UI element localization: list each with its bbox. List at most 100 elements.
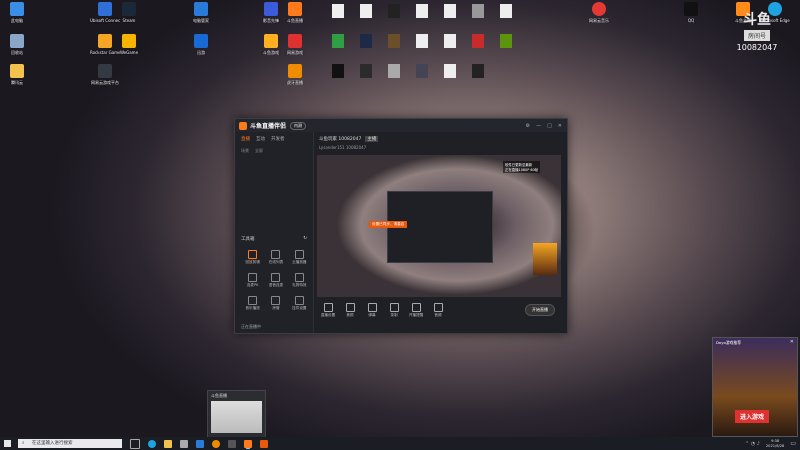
file-icon[interactable] bbox=[332, 4, 344, 18]
tool-grid: 回放剪辑 在线列表 云播放器 连麦PK 语音连麦 礼物特效 音乐播放 房管 挂件… bbox=[241, 250, 311, 311]
minimize-icon[interactable]: — bbox=[536, 123, 541, 129]
douyu-companion-icon[interactable] bbox=[260, 439, 268, 448]
tab-developer[interactable]: 开发者 bbox=[271, 136, 285, 142]
file-icon[interactable] bbox=[444, 34, 456, 48]
game-icon[interactable] bbox=[360, 34, 372, 48]
tools-header: 工具箱 ↻ bbox=[241, 236, 307, 242]
edge-icon[interactable] bbox=[148, 439, 156, 448]
tool-room-admin[interactable]: 房管 bbox=[264, 296, 287, 311]
desktop-icon-steam[interactable]: Steam bbox=[114, 2, 144, 23]
streamer-line: 斗鱼玩家 10082047 bbox=[319, 137, 362, 142]
scene-row: 场景 全屏 bbox=[235, 146, 313, 156]
tool-record[interactable]: 录制 bbox=[383, 302, 405, 318]
file-explorer-icon[interactable] bbox=[164, 439, 172, 448]
file-icon[interactable] bbox=[416, 34, 428, 48]
computer-icon bbox=[10, 2, 24, 16]
windows-start-icon[interactable] bbox=[4, 440, 11, 447]
desktop-icon-this-pc[interactable]: 此电脑 bbox=[2, 2, 32, 23]
file-icon[interactable] bbox=[360, 4, 372, 18]
game-icon[interactable] bbox=[472, 34, 484, 48]
tool-beauty[interactable]: 美颜 bbox=[339, 302, 361, 318]
store-icon[interactable] bbox=[180, 439, 188, 448]
file-icon[interactable] bbox=[500, 4, 512, 18]
tool-pk[interactable]: 连麦PK bbox=[241, 273, 264, 288]
tool-reminder[interactable]: 开播提醒 bbox=[405, 302, 427, 318]
start-live-button[interactable]: 开始直播 bbox=[525, 304, 555, 316]
nav-tabs: 直播 互动 开发者 bbox=[235, 132, 313, 146]
refresh-icon[interactable]: ↻ bbox=[303, 236, 307, 242]
mail-icon[interactable] bbox=[196, 439, 204, 448]
game-icon[interactable] bbox=[388, 64, 400, 78]
room-number: 10082047 bbox=[736, 43, 778, 52]
tool-replay[interactable]: 回放剪辑 bbox=[241, 250, 264, 265]
desktop-icon-netease-game[interactable]: 网易游戏 bbox=[280, 34, 310, 55]
tab-live[interactable]: 直播 bbox=[241, 136, 250, 142]
game-icon[interactable] bbox=[360, 64, 372, 78]
taskbar-search-input[interactable]: ⌕ 在这里输入进行搜索 bbox=[18, 439, 122, 448]
app-icon[interactable] bbox=[228, 439, 236, 448]
desktop-icon-recycle-bin[interactable]: 回收站 bbox=[2, 34, 32, 55]
system-tray-icons[interactable]: ⌃ ◔ ♪ bbox=[745, 441, 760, 447]
close-icon[interactable]: ✕ bbox=[790, 339, 794, 345]
task-view-icon[interactable] bbox=[130, 438, 140, 449]
desktop-icon-netease-music[interactable]: 网易云音乐 bbox=[584, 2, 614, 23]
desktop-icon-wegame[interactable]: WeGame bbox=[114, 34, 144, 55]
tool-online-list[interactable]: 在线列表 bbox=[264, 250, 287, 265]
desktop-icon-tencent[interactable]: 腾讯云 bbox=[2, 64, 32, 85]
ubisoft-icon bbox=[98, 2, 112, 16]
desktop-icon-pc-manager[interactable]: 电脑管家 bbox=[186, 2, 216, 23]
tool-voice[interactable]: 语音连麦 bbox=[264, 273, 287, 288]
game-icon[interactable] bbox=[332, 64, 344, 78]
tab-fullscreen[interactable]: 全屏 bbox=[255, 148, 263, 154]
desktop-icon-douyu-live[interactable]: 斗鱼直播 bbox=[280, 2, 310, 23]
ad-title: Doyo游戏推荐 bbox=[716, 340, 742, 345]
tool-danmu[interactable]: 弹幕 bbox=[361, 302, 383, 318]
tab-interact[interactable]: 互动 bbox=[256, 136, 265, 142]
file-icon[interactable] bbox=[472, 4, 484, 18]
game-icon[interactable] bbox=[416, 64, 428, 78]
firefox-icon[interactable] bbox=[212, 439, 220, 448]
maximize-icon[interactable]: □ bbox=[547, 123, 552, 129]
tool-cloud-player[interactable]: 云播放器 bbox=[288, 250, 311, 265]
shield-icon bbox=[194, 2, 208, 16]
douyu-room-overlay: 斗鱼 房间号 10082047 bbox=[728, 12, 786, 56]
app-icon bbox=[288, 64, 302, 78]
stream-companion-window[interactable]: 斗鱼直播伴侣 内测 ⚙ — □ ✕ 直播 互动 开发者 场景 全屏 工具箱 ↻ 回… bbox=[234, 118, 568, 334]
recycle-bin-icon bbox=[10, 34, 24, 48]
thumbnail-preview bbox=[211, 401, 262, 433]
game-ad-popup[interactable]: Doyo游戏推荐 ✕ 进入游戏 bbox=[712, 337, 798, 437]
close-icon[interactable]: ✕ bbox=[558, 123, 562, 129]
tool-widget[interactable]: 挂件设置 bbox=[288, 296, 311, 311]
file-icon[interactable] bbox=[388, 4, 400, 18]
tool-live-settings[interactable]: 直播设置 bbox=[317, 302, 339, 318]
notification-icon[interactable]: ▭ bbox=[790, 440, 796, 447]
window-titlebar[interactable]: 斗鱼直播伴侣 内测 ⚙ — □ ✕ bbox=[235, 119, 567, 132]
game-icon[interactable] bbox=[472, 64, 484, 78]
desktop-icon-xunyou[interactable]: 迅游 bbox=[186, 34, 216, 55]
cloud-icon bbox=[294, 250, 304, 259]
file-icon[interactable] bbox=[416, 4, 428, 18]
desktop-icon-huya[interactable]: 虎牙直播 bbox=[280, 64, 310, 85]
app-title: 斗鱼直播伴侣 bbox=[250, 123, 287, 130]
tab-scene[interactable]: 场景 bbox=[241, 148, 249, 154]
tool-audio[interactable]: 音频 bbox=[427, 302, 449, 318]
desktop-file-grid bbox=[326, 2, 526, 90]
file-icon[interactable] bbox=[444, 64, 456, 78]
settings-icon[interactable]: ⚙ bbox=[526, 123, 530, 129]
ad-enter-button[interactable]: 进入游戏 bbox=[735, 410, 770, 423]
clock[interactable]: 9:38 2021/6/28 bbox=[766, 439, 784, 447]
file-icon[interactable] bbox=[444, 4, 456, 18]
douyu-icon[interactable] bbox=[244, 439, 252, 448]
game-icon[interactable] bbox=[388, 34, 400, 48]
tool-gift[interactable]: 礼物特效 bbox=[288, 273, 311, 288]
stream-preview[interactable]: 设置已同步，请重启 软件已更新至最新 正在直播1080P 60帧 bbox=[317, 155, 561, 297]
desktop-icon-qq[interactable]: QQ bbox=[676, 2, 706, 23]
tool-music[interactable]: 音乐播放 bbox=[241, 296, 264, 311]
game-icon[interactable] bbox=[500, 34, 512, 48]
taskbar-thumbnail[interactable]: 斗鱼直播 bbox=[207, 390, 266, 438]
version-badge[interactable]: 内测 bbox=[290, 121, 307, 130]
game-icon[interactable] bbox=[332, 34, 344, 48]
beauty-icon bbox=[345, 302, 355, 312]
admin-icon bbox=[271, 296, 281, 305]
desktop-icon-netease-cloud[interactable]: 网易云游戏平台 bbox=[90, 64, 120, 85]
